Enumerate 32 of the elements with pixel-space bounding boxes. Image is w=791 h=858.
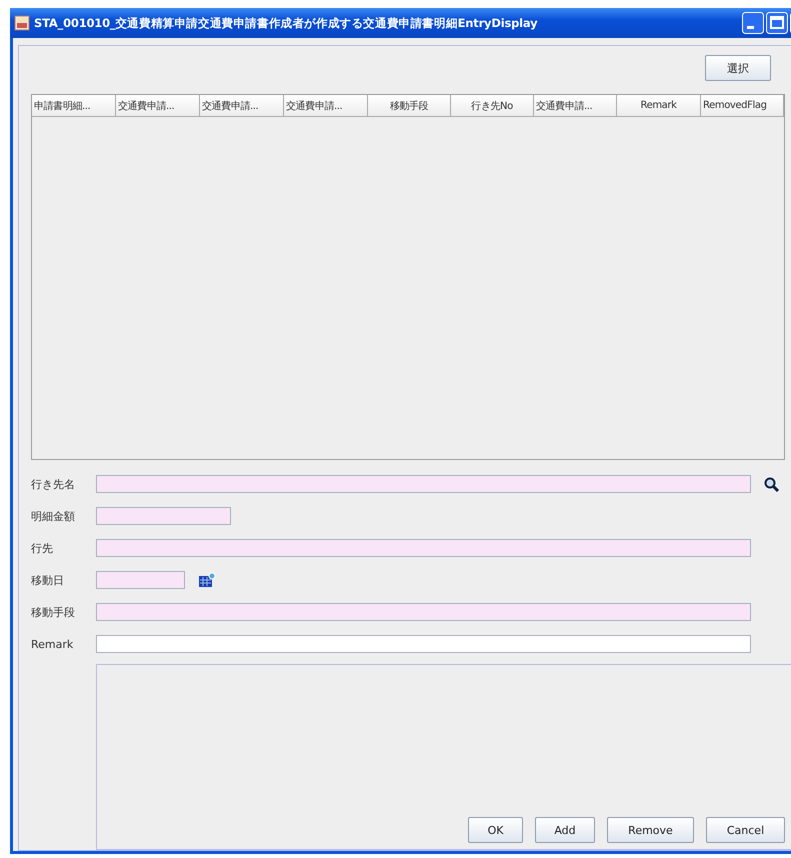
app-icon [14,15,30,31]
maximize-icon[interactable] [766,12,788,34]
field-label: 移動日 [31,572,65,588]
input-field[interactable] [96,635,751,653]
calendar-icon[interactable] [198,572,216,588]
column-header[interactable]: 移動手段 [368,95,451,117]
field-label: 明細金額 [31,508,76,524]
search-icon[interactable] [764,476,779,492]
minimize-icon[interactable] [742,12,764,34]
column-header[interactable]: RemovedFlag [701,95,784,117]
field-label: 行先 [31,540,54,556]
input-field[interactable] [96,603,751,621]
column-header[interactable]: 交通費申請... [200,95,284,117]
field-label: 移動手段 [31,604,76,620]
column-header[interactable]: 申請書明細... [32,95,116,117]
input-field[interactable] [96,475,751,493]
column-header[interactable]: Remark [617,95,701,117]
field-label: Remark [31,638,74,650]
field-label: 行き先名 [31,476,76,492]
ok-button[interactable]: OK [468,817,523,843]
input-field[interactable] [96,571,185,589]
cancel-button[interactable]: Cancel [706,817,785,843]
column-header[interactable]: 交通費申請... [284,95,368,117]
input-field[interactable] [96,507,231,525]
column-header[interactable]: 交通費申請... [116,95,200,117]
add-button[interactable]: Add [535,817,595,843]
select-button[interactable]: 選択 [705,55,771,81]
column-header[interactable]: 交通費申請... [534,95,617,117]
window-title: STA_001010_交通費精算申請交通費申請書作成者が作成する交通費申請書明細EntryDisplay [34,16,538,30]
column-header[interactable]: 行き先No [451,95,534,117]
remove-button[interactable]: Remove [607,817,694,843]
input-field[interactable] [96,539,751,557]
